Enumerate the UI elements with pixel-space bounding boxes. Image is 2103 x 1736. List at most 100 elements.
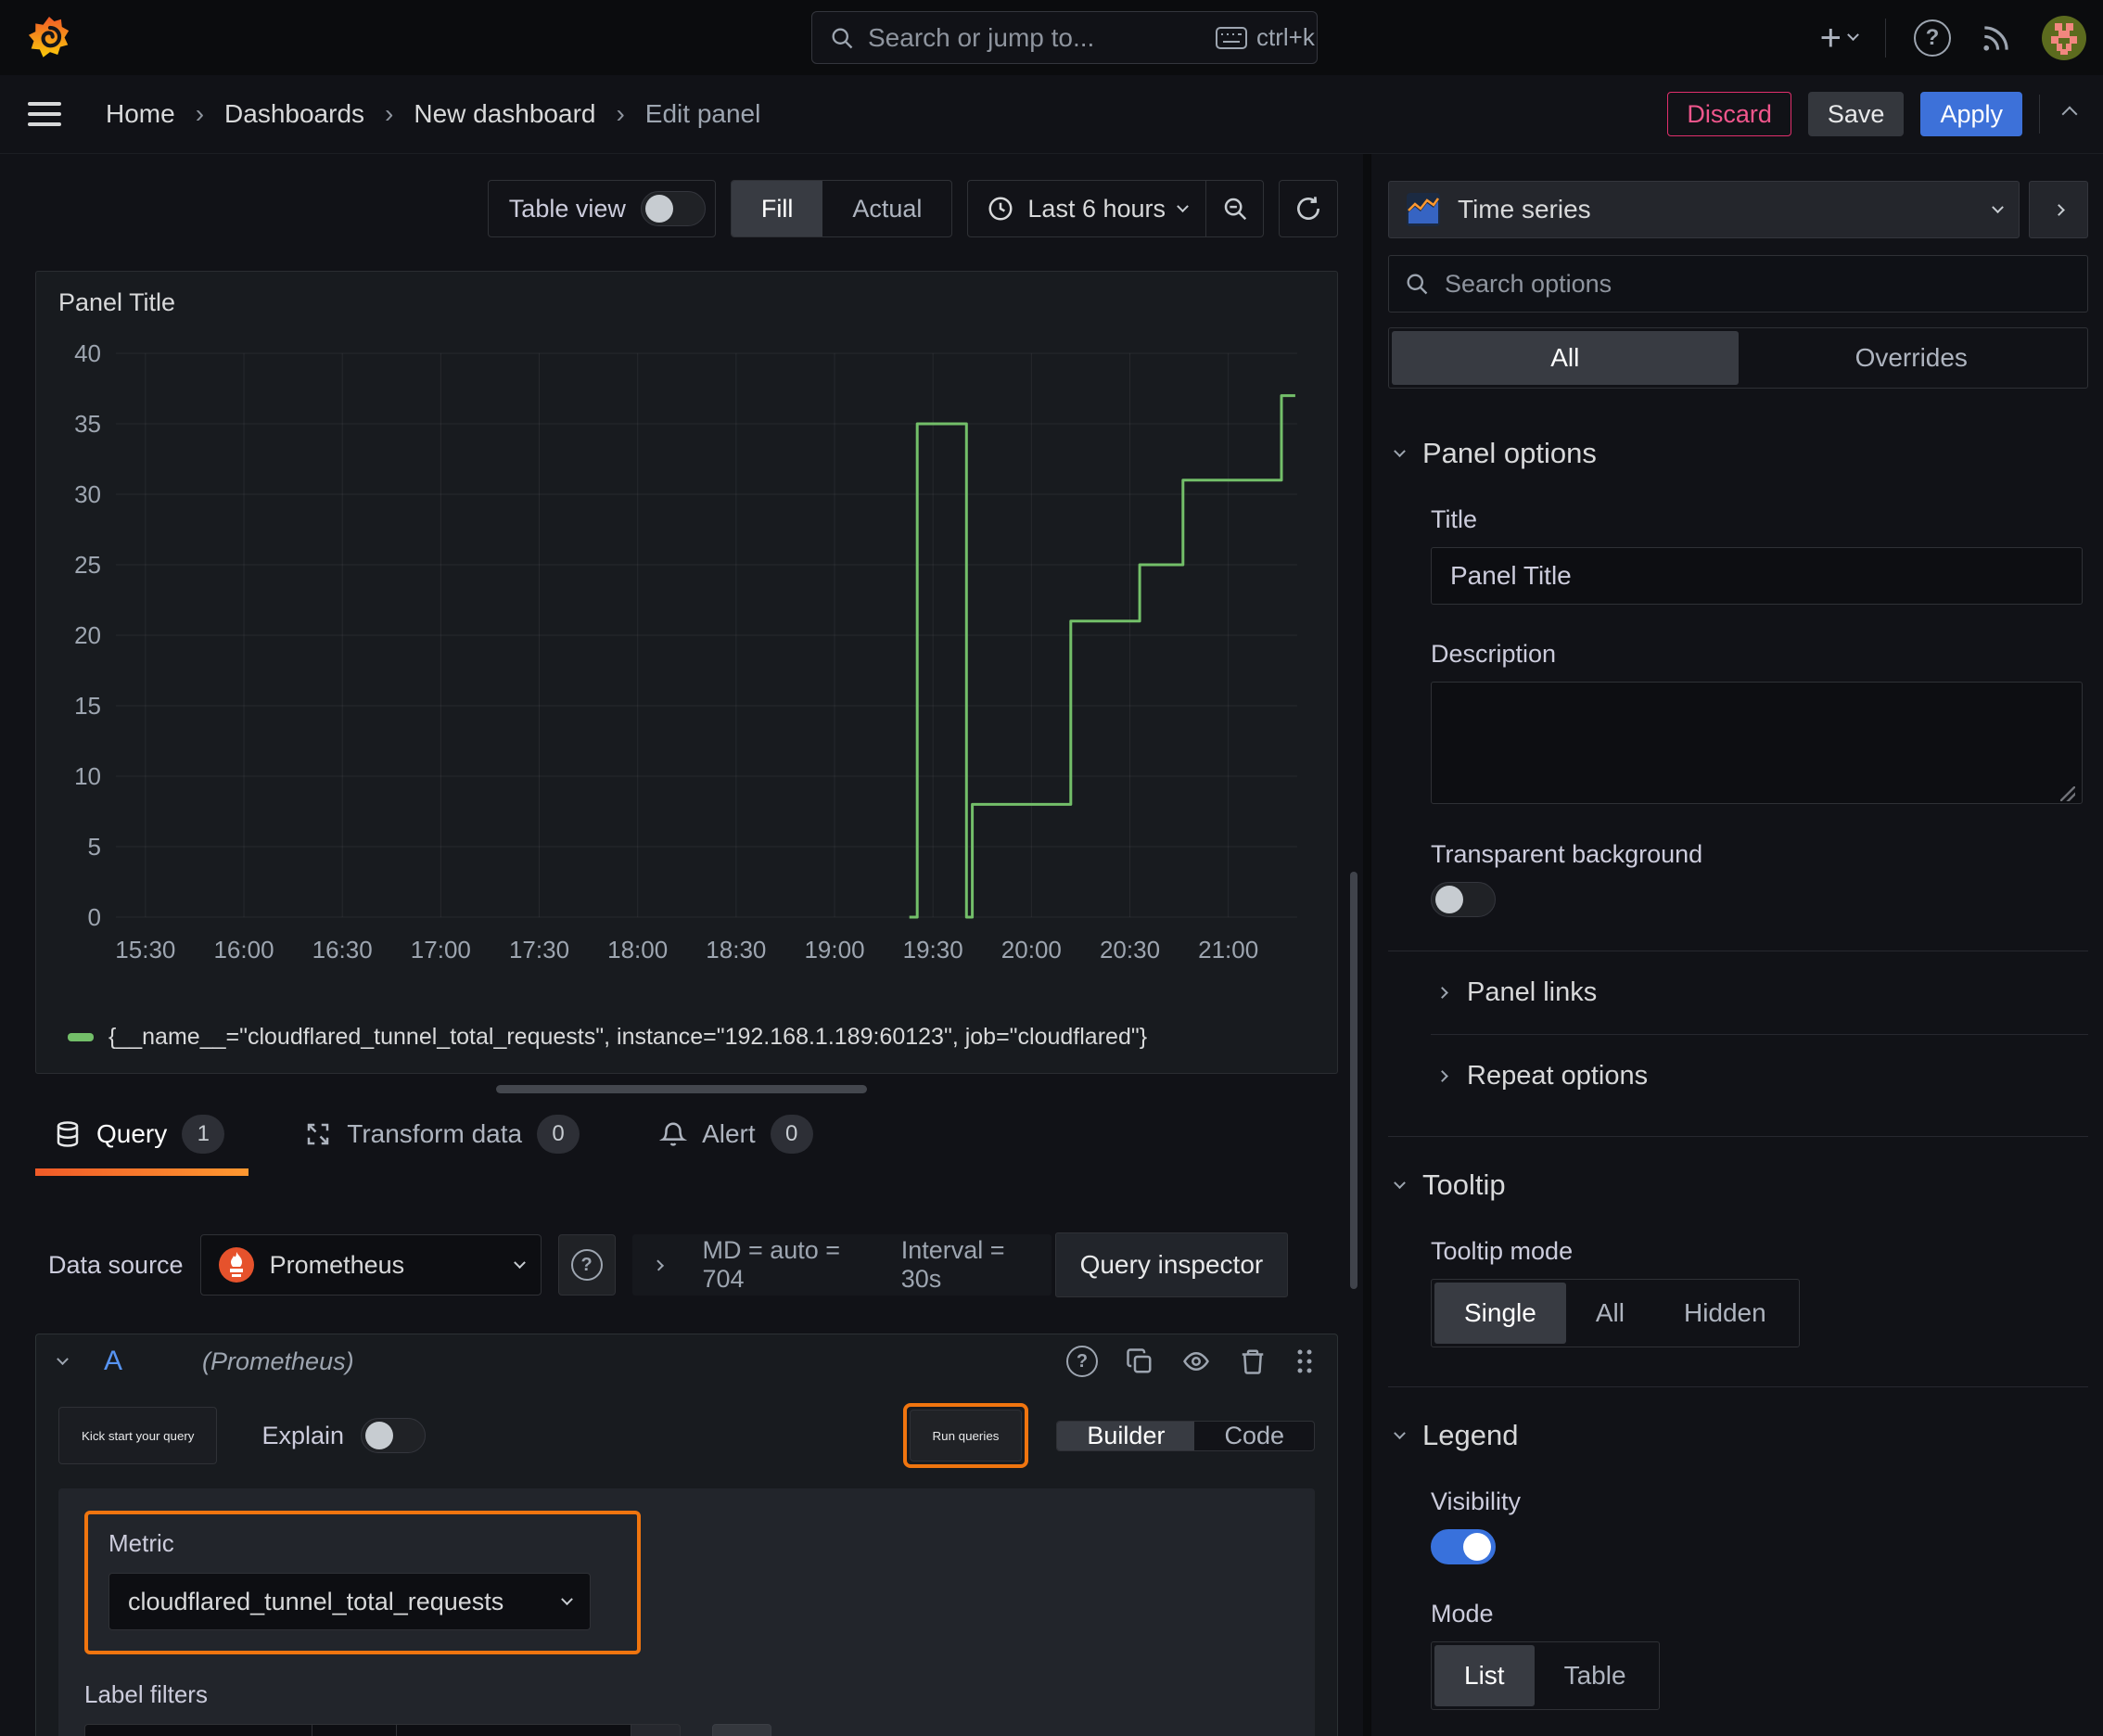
- chevron-down-icon: [1394, 1426, 1406, 1439]
- label-filters-label: Label filters: [84, 1680, 208, 1708]
- svg-text:20:00: 20:00: [1001, 936, 1062, 964]
- repeat-options-section-header[interactable]: Repeat options: [1388, 1035, 2088, 1117]
- chevron-down-icon: [1394, 1176, 1406, 1189]
- save-button[interactable]: Save: [1807, 92, 1905, 136]
- builder-mode-option[interactable]: Builder: [1057, 1421, 1195, 1450]
- panel-links-section-header[interactable]: Panel links: [1388, 951, 2088, 1034]
- tooltip-mode-hidden[interactable]: Hidden: [1654, 1283, 1796, 1344]
- chart-panel[interactable]: Panel Title 0 5 10 15 20 25 30 35 40 15:30 16:00 16…: [35, 271, 1338, 1074]
- pane-resize-handle[interactable]: [496, 1085, 867, 1093]
- breadcrumb-home[interactable]: Home: [106, 99, 175, 129]
- remove-filter-button[interactable]: ×: [631, 1724, 681, 1736]
- divider: [1885, 18, 1886, 57]
- datasource-name: Prometheus: [269, 1250, 405, 1279]
- query-editor-card: A (Prometheus) ? Kick start your query E…: [35, 1334, 1338, 1736]
- collapse-query-icon[interactable]: [57, 1352, 69, 1365]
- tooltip-section-header[interactable]: Tooltip: [1388, 1168, 2088, 1202]
- explain-toggle[interactable]: [361, 1418, 427, 1453]
- tooltip-mode-single[interactable]: Single: [1434, 1283, 1566, 1344]
- legend-visibility-toggle[interactable]: [1431, 1529, 1496, 1564]
- options-search-input[interactable]: [1445, 269, 2072, 299]
- transform-icon: [304, 1120, 332, 1148]
- user-avatar[interactable]: [2042, 15, 2086, 60]
- delete-query-icon[interactable]: [1239, 1347, 1267, 1375]
- repeat-options-heading: Repeat options: [1467, 1061, 1649, 1091]
- chevron-down-icon: [1992, 200, 2004, 213]
- panel-title-input[interactable]: [1431, 547, 2083, 605]
- visualization-picker[interactable]: Time series: [1388, 181, 2020, 238]
- legend-heading: Legend: [1422, 1419, 1519, 1451]
- query-builder: Metric cloudflared_tunnel_total_requests…: [58, 1488, 1315, 1736]
- breadcrumb-new-dashboard[interactable]: New dashboard: [414, 99, 595, 129]
- query-inspector-button[interactable]: Query inspector: [1054, 1232, 1289, 1297]
- legend-mode-list[interactable]: List: [1434, 1645, 1535, 1706]
- operator-dropdown[interactable]: =: [312, 1724, 397, 1736]
- new-menu-button[interactable]: +: [1820, 19, 1859, 57]
- tab-all-options[interactable]: All: [1392, 331, 1739, 385]
- legend-section-header[interactable]: Legend: [1388, 1419, 2088, 1452]
- discard-button[interactable]: Discard: [1667, 92, 1791, 136]
- viz-suggestions-button[interactable]: [2029, 181, 2088, 238]
- svg-text:21:00: 21:00: [1198, 936, 1258, 964]
- code-mode-option[interactable]: Code: [1194, 1422, 1314, 1450]
- title-field-label: Title: [1431, 505, 1478, 533]
- description-textarea[interactable]: [1431, 682, 2083, 804]
- query-options-row[interactable]: MD = auto = 704 Interval = 30s: [631, 1234, 1052, 1296]
- left-pane-scrollbar[interactable]: [1350, 872, 1357, 1289]
- description-field-label: Description: [1431, 640, 1557, 668]
- tab-overrides[interactable]: Overrides: [1739, 331, 2085, 385]
- search-shortcut: ctrl+k: [1256, 23, 1315, 51]
- metric-select[interactable]: cloudflared_tunnel_total_requests: [108, 1573, 591, 1630]
- svg-text:30: 30: [74, 480, 101, 508]
- toggle-visibility-icon[interactable]: [1181, 1347, 1211, 1375]
- svg-text:10: 10: [74, 762, 101, 790]
- menu-toggle-button[interactable]: [28, 102, 61, 126]
- legend-mode-table[interactable]: Table: [1535, 1645, 1656, 1706]
- kickstart-query-button[interactable]: Kick start your query: [58, 1407, 218, 1464]
- run-queries-button[interactable]: Run queries: [909, 1410, 1023, 1462]
- help-button[interactable]: ?: [1914, 19, 1951, 57]
- actual-option[interactable]: Actual: [822, 181, 951, 236]
- select-value-dropdown[interactable]: Select value: [396, 1724, 631, 1736]
- duplicate-query-icon[interactable]: [1126, 1347, 1153, 1375]
- search-input[interactable]: [868, 22, 1203, 53]
- chevron-down-icon: [513, 1256, 526, 1269]
- global-search[interactable]: ctrl+k: [811, 11, 1318, 64]
- drag-handle-icon[interactable]: [1294, 1347, 1315, 1375]
- datasource-help-button[interactable]: ?: [557, 1234, 616, 1296]
- time-range-picker[interactable]: Last 6 hours: [968, 195, 1205, 223]
- query-count-badge: 1: [182, 1115, 225, 1154]
- collapse-options-button[interactable]: [2061, 106, 2078, 122]
- legend-mode-group: List Table: [1431, 1641, 1660, 1710]
- visualization-name: Time series: [1458, 195, 1591, 223]
- table-view-toggle[interactable]: [640, 191, 706, 226]
- svg-text:19:30: 19:30: [903, 936, 963, 964]
- fill-option[interactable]: Fill: [731, 181, 823, 236]
- tab-alert[interactable]: Alert 0: [659, 1115, 813, 1176]
- transparent-bg-toggle[interactable]: [1431, 882, 1496, 917]
- transparent-bg-label: Transparent background: [1431, 840, 1703, 868]
- news-button[interactable]: [1979, 20, 2014, 56]
- tab-transform-label: Transform data: [347, 1119, 523, 1148]
- breadcrumb-dashboards[interactable]: Dashboards: [224, 99, 364, 129]
- tab-query[interactable]: Query 1: [34, 1115, 249, 1176]
- query-help-icon[interactable]: ?: [1066, 1346, 1098, 1377]
- apply-button[interactable]: Apply: [1920, 92, 2022, 136]
- datasource-picker[interactable]: Prometheus: [199, 1234, 542, 1296]
- zoom-out-button[interactable]: [1205, 181, 1263, 236]
- panel-options-section-header[interactable]: Panel options: [1388, 437, 2088, 470]
- grafana-logo[interactable]: [28, 15, 70, 61]
- tooltip-mode-all[interactable]: All: [1566, 1283, 1654, 1344]
- tab-transform-data[interactable]: Transform data 0: [304, 1115, 580, 1176]
- query-header[interactable]: A (Prometheus) ?: [36, 1334, 1337, 1388]
- tooltip-mode-label: Tooltip mode: [1431, 1237, 1574, 1265]
- chart-legend[interactable]: {__name__="cloudflared_tunnel_total_requ…: [68, 1024, 1147, 1051]
- add-filter-button[interactable]: +: [712, 1724, 771, 1736]
- options-search[interactable]: [1388, 255, 2088, 313]
- breadcrumb: Home › Dashboards › New dashboard › Edit…: [106, 99, 760, 129]
- database-icon: [54, 1120, 82, 1148]
- breadcrumb-edit-panel: Edit panel: [644, 99, 761, 128]
- svg-text:16:00: 16:00: [213, 936, 274, 964]
- select-label-dropdown[interactable]: Select label: [84, 1724, 312, 1736]
- refresh-button[interactable]: [1279, 180, 1338, 237]
